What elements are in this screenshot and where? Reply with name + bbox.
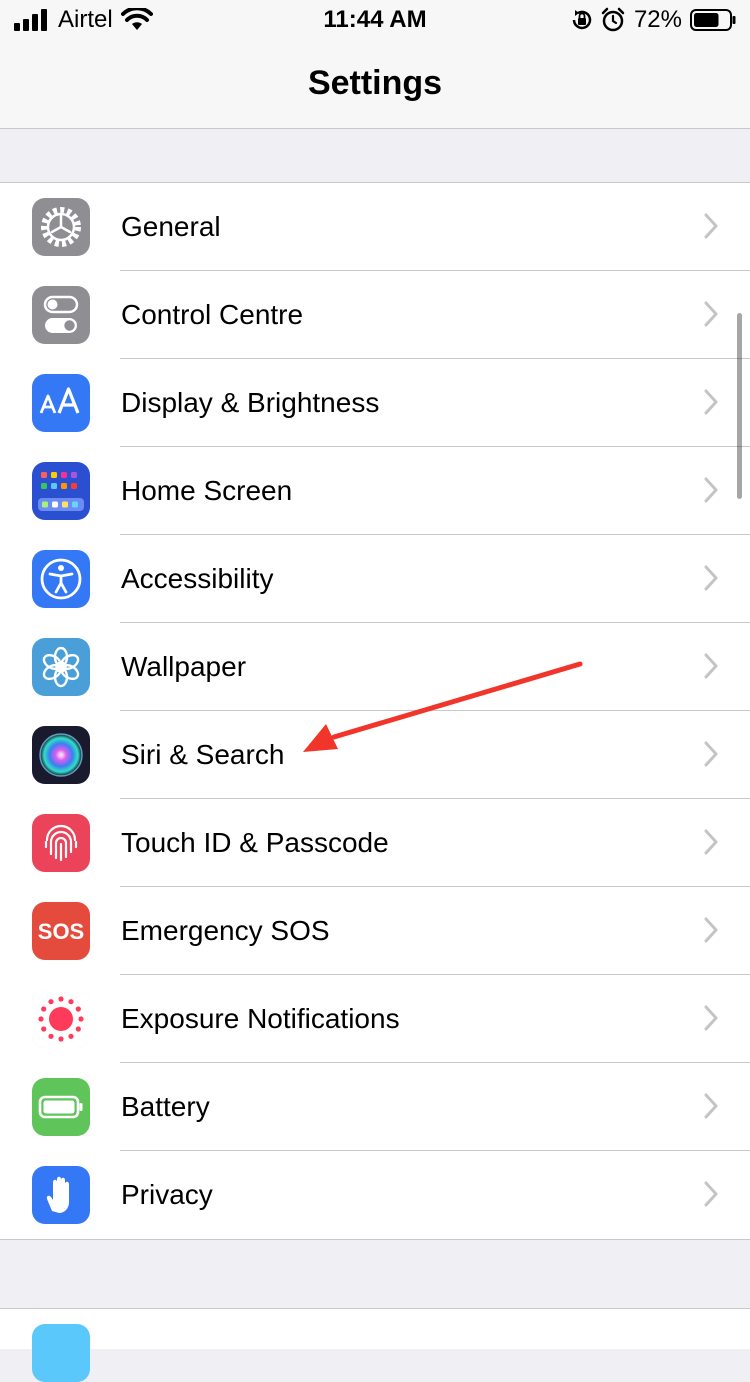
settings-item-exposure-notifications[interactable]: Exposure Notifications — [0, 975, 750, 1063]
chevron-right-icon — [704, 301, 718, 327]
toggles-icon — [32, 286, 90, 344]
chevron-right-icon — [704, 1093, 718, 1119]
settings-item-privacy[interactable]: Privacy — [0, 1151, 750, 1239]
status-right: 72% — [570, 6, 736, 34]
home-grid-icon — [32, 462, 90, 520]
chevron-right-icon — [704, 389, 718, 415]
settings-item-label: General — [121, 211, 221, 242]
fingerprint-icon — [32, 814, 90, 872]
settings-item-label: Wallpaper — [121, 651, 247, 682]
settings-item-label: Exposure Notifications — [121, 1003, 400, 1034]
settings-item-label: Accessibility — [121, 563, 274, 594]
settings-item-touch-id-passcode[interactable]: Touch ID & Passcode — [0, 799, 750, 887]
hand-icon — [32, 1166, 90, 1224]
settings-list: General Control Centre Display & Brightn… — [0, 182, 750, 1240]
settings-item-display-brightness[interactable]: Display & Brightness — [0, 359, 750, 447]
orientation-lock-icon — [572, 10, 592, 30]
status-bar: Airtel 11:44 AM 72% — [0, 0, 750, 40]
text-size-icon — [32, 374, 90, 432]
battery-fill — [694, 13, 719, 27]
siri-icon — [32, 726, 90, 784]
chevron-right-icon — [704, 741, 718, 767]
sos-icon-text: SOS — [38, 919, 84, 944]
settings-item-battery[interactable]: Battery — [0, 1063, 750, 1151]
chevron-right-icon — [704, 213, 718, 239]
settings-item-siri-search[interactable]: Siri & Search — [0, 711, 750, 799]
settings-item-label: Battery — [121, 1091, 210, 1122]
settings-list-next-group — [0, 1308, 750, 1382]
settings-item-wallpaper[interactable]: Wallpaper — [0, 623, 750, 711]
exposure-icon — [32, 990, 90, 1048]
chevron-right-icon — [704, 829, 718, 855]
chevron-right-icon — [704, 917, 718, 943]
scrollbar-indicator[interactable] — [737, 313, 742, 499]
settings-item-label: Display & Brightness — [121, 387, 380, 418]
settings-item-label: Privacy — [121, 1179, 213, 1210]
settings-item-label: Siri & Search — [121, 739, 285, 770]
settings-item-label: Control Centre — [121, 299, 304, 330]
sos-icon: SOS — [32, 902, 90, 960]
gear-icon — [32, 198, 90, 256]
settings-item-general[interactable]: General — [0, 183, 750, 271]
chevron-right-icon — [704, 1181, 718, 1207]
settings-item-home-screen[interactable]: Home Screen — [0, 447, 750, 535]
chevron-right-icon — [704, 477, 718, 503]
settings-item-label: Emergency SOS — [121, 915, 330, 946]
navigation-bar: Settings — [0, 40, 750, 129]
battery-icon — [32, 1078, 90, 1136]
flower-icon — [32, 638, 90, 696]
alarm-icon — [601, 7, 625, 32]
chevron-right-icon — [704, 565, 718, 591]
chevron-right-icon — [704, 1005, 718, 1031]
battery-status-icon — [690, 9, 736, 31]
settings-item-label: Home Screen — [121, 475, 293, 506]
app-store-icon[interactable] — [32, 1324, 90, 1382]
accessibility-icon — [32, 550, 90, 608]
battery-percent: 72% — [633, 6, 682, 33]
settings-item-label: Touch ID & Passcode — [121, 827, 389, 858]
settings-item-accessibility[interactable]: Accessibility — [0, 535, 750, 623]
settings-item-control-centre[interactable]: Control Centre — [0, 271, 750, 359]
page-title: Settings — [307, 64, 443, 102]
chevron-right-icon — [704, 653, 718, 679]
settings-item-emergency-sos[interactable]: SOS Emergency SOS — [0, 887, 750, 975]
